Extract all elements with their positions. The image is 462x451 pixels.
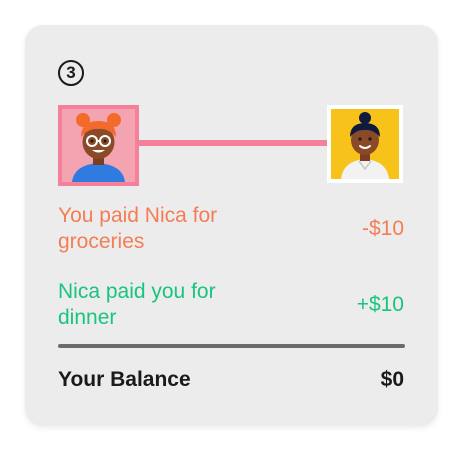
transaction-row: Nica paid you for dinner +$10 [58, 279, 404, 331]
person-avatar-icon [62, 109, 135, 182]
friend-avatar [327, 105, 403, 183]
person-avatar-icon [331, 109, 399, 179]
step-number: 3 [66, 63, 76, 82]
balance-row: Your Balance $0 [58, 368, 404, 392]
transaction-row: You paid Nica for groceries -$10 [58, 203, 404, 255]
transaction-amount: -$10 [361, 217, 404, 240]
connector-line [136, 140, 329, 146]
divider [58, 344, 405, 348]
step-number-badge: 3 [58, 60, 84, 86]
transaction-description: Nica paid you for dinner [58, 280, 216, 329]
user-avatar [58, 105, 139, 186]
balance-label: Your Balance [58, 368, 191, 391]
transaction-description: You paid Nica for groceries [58, 204, 218, 253]
balance-value: $0 [380, 368, 404, 391]
transaction-amount: +$10 [356, 293, 404, 316]
